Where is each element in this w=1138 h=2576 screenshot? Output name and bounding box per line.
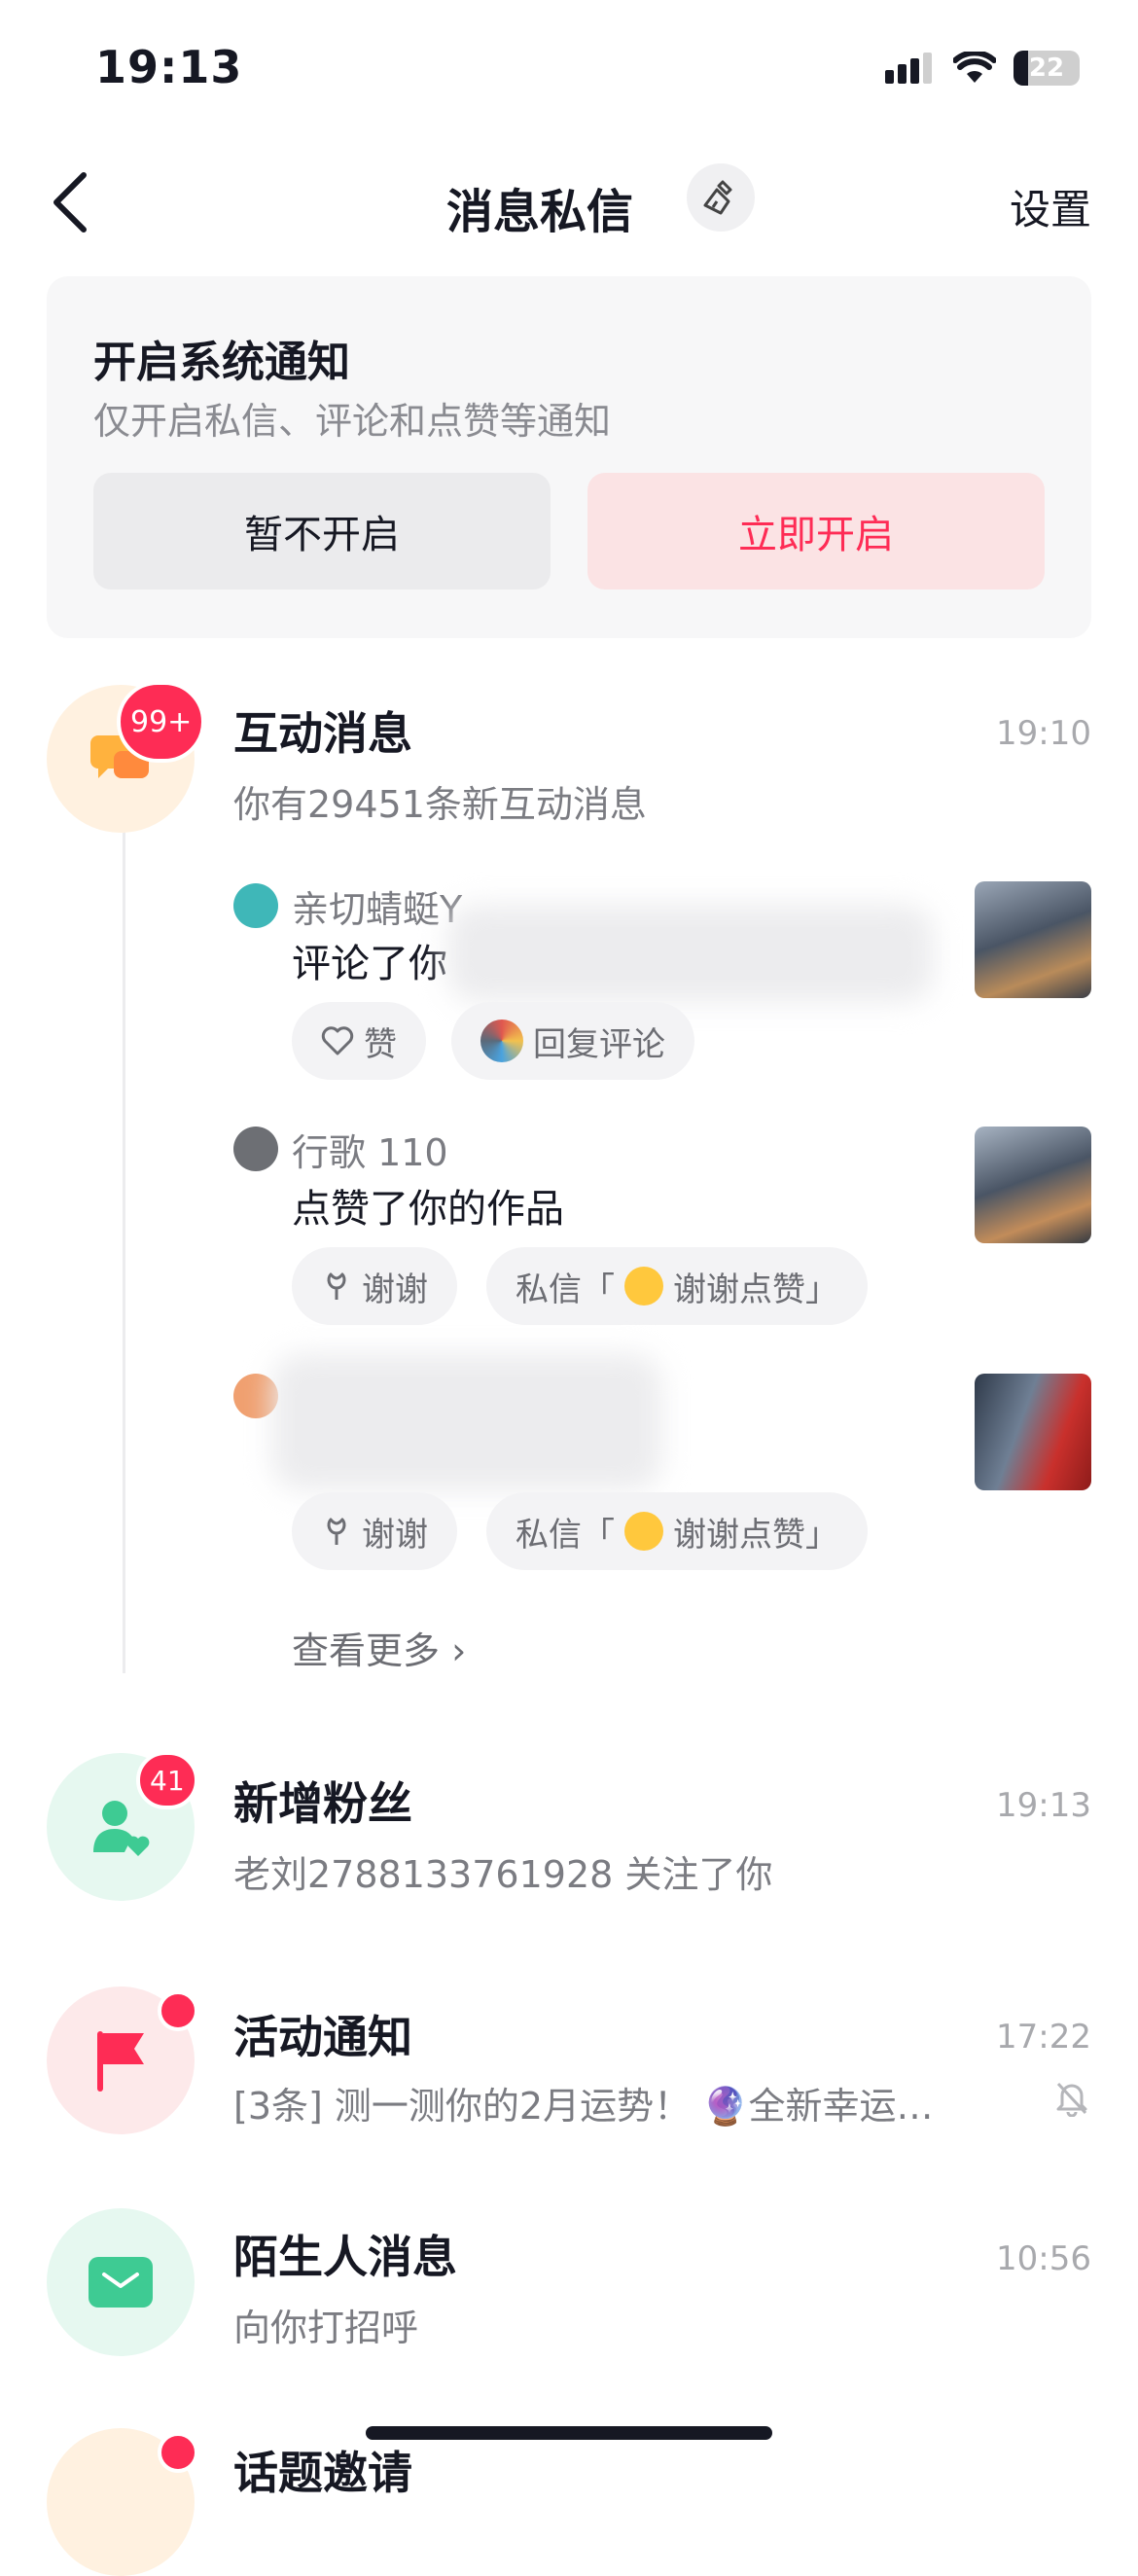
interaction-subtitle: 你有29451条新互动消息 (233, 783, 647, 826)
dm-chip-prefix: 私信「 (516, 1515, 615, 1555)
avatar-icon (480, 1020, 523, 1062)
flag-icon (97, 2031, 144, 2092)
like-chip[interactable]: 赞 (292, 1002, 426, 1080)
thanks-chip[interactable]: 谢谢 (292, 1247, 457, 1325)
video-thumbnail[interactable] (975, 1127, 1091, 1243)
unread-dot (158, 2432, 198, 2473)
commenter-name[interactable]: 亲切蜻蜓Y (292, 879, 462, 933)
thanks-chip-label: 谢谢 (362, 1515, 428, 1555)
emoji-icon (624, 1267, 663, 1306)
stranger-subtitle: 向你打招呼 (233, 2307, 419, 2349)
not-now-button[interactable]: 暂不开启 (93, 473, 551, 590)
wifi-icon (953, 52, 996, 83)
reply-chip-label: 回复评论 (533, 1024, 665, 1064)
view-more-link[interactable]: 查看更多 › (292, 1621, 466, 1674)
topic-title[interactable]: 话题邀请 (233, 2438, 412, 2502)
activity-title[interactable]: 活动通知 (233, 2002, 412, 2066)
dm-chip-text: 谢谢点赞」 (673, 1270, 838, 1309)
emoji-icon (624, 1512, 663, 1551)
flower-icon (327, 1518, 346, 1545)
reply-comment-chip[interactable]: 回复评论 (451, 1002, 694, 1080)
followers-title[interactable]: 新增粉丝 (233, 1769, 412, 1833)
avatar[interactable] (233, 883, 278, 928)
liker-name[interactable]: 行歌 110 (292, 1123, 448, 1176)
heart-icon (321, 1026, 354, 1055)
dm-chip-text: 谢谢点赞」 (673, 1515, 838, 1555)
status-icons: 22 (885, 51, 1080, 86)
muted-bell-icon[interactable] (1052, 2078, 1091, 2121)
video-thumbnail[interactable] (975, 1374, 1091, 1490)
unread-dot (158, 1990, 198, 2031)
envelope-icon (89, 2257, 153, 2308)
like-action: 点赞了你的作品 (292, 1187, 564, 1232)
thread-line (123, 827, 125, 1673)
followers-time: 19:13 (996, 1786, 1091, 1825)
stranger-title[interactable]: 陌生人消息 (233, 2222, 457, 2286)
dm-thanks-chip[interactable]: 私信「 谢谢点赞」 (486, 1247, 868, 1325)
activity-time: 17:22 (996, 2018, 1091, 2057)
blurred-content (272, 1354, 661, 1490)
dm-thanks-chip[interactable]: 私信「 谢谢点赞」 (486, 1492, 868, 1570)
interaction-badge: 99+ (117, 681, 206, 763)
activity-subtitle: [3条] 测一测你的2月运势！ 🔮全新幸运… (233, 2085, 934, 2128)
clear-unread-button[interactable] (687, 163, 755, 232)
thanks-chip[interactable]: 谢谢 (292, 1492, 457, 1570)
banner-title: 开启系统通知 (93, 338, 350, 387)
signal-icon (885, 53, 936, 84)
stranger-avatar[interactable] (47, 2208, 195, 2356)
interaction-title[interactable]: 互动消息 (233, 698, 412, 763)
video-thumbnail[interactable] (975, 881, 1091, 998)
dm-chip-prefix: 私信「 (516, 1270, 615, 1309)
interaction-time: 19:10 (996, 714, 1091, 753)
flower-icon (327, 1272, 346, 1300)
like-chip-label: 赞 (364, 1024, 397, 1064)
notification-banner: 开启系统通知 仅开启私信、评论和点赞等通知 暂不开启 立即开启 (47, 276, 1091, 638)
followers-subtitle: 老刘2788133761928 关注了你 (233, 1853, 773, 1896)
home-indicator[interactable] (366, 2426, 772, 2440)
avatar[interactable] (233, 1127, 278, 1171)
enable-now-button[interactable]: 立即开启 (587, 473, 1045, 590)
battery-level: 22 (1028, 54, 1065, 83)
battery-icon: 22 (1014, 51, 1080, 86)
thanks-chip-label: 谢谢 (362, 1270, 428, 1309)
settings-link[interactable]: 设置 (1010, 177, 1091, 236)
user-heart-icon (93, 1801, 150, 1856)
broom-icon (703, 180, 732, 215)
stranger-time: 10:56 (996, 2239, 1091, 2278)
status-time: 19:13 (95, 41, 243, 93)
comment-action: 评论了你 (292, 942, 447, 986)
followers-badge: 41 (136, 1751, 198, 1809)
blurred-content (447, 905, 934, 1002)
page-title: 消息私信 (445, 185, 633, 239)
banner-subtitle: 仅开启私信、评论和点赞等通知 (93, 400, 612, 443)
